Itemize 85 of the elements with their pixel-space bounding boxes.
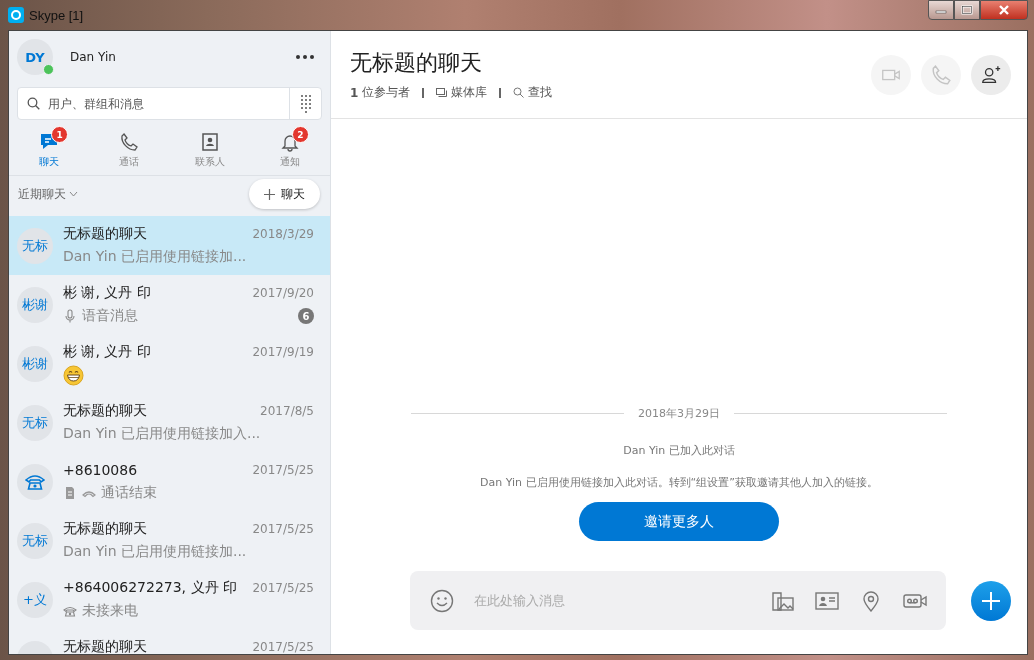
telephone-icon bbox=[63, 604, 77, 618]
chat-list-item[interactable]: 无标 无标题的聊天 2017/5/25 Dan Yin 已启用使用链接加... bbox=[9, 511, 330, 570]
chat-date: 2017/5/25 bbox=[252, 640, 314, 654]
chat-list-item[interactable]: 无标 无标题的聊天 2017/8/5 Dan Yin 已启用使用链接加入... bbox=[9, 393, 330, 452]
message-preview: Dan Yin 已启用使用链接加... bbox=[63, 248, 247, 266]
search-field[interactable]: 用户、群组和消息 bbox=[46, 95, 289, 112]
recent-chats-label[interactable]: 近期聊天 bbox=[18, 185, 66, 203]
message-preview: 通话结束 bbox=[101, 484, 157, 502]
chat-list-item[interactable]: 彬谢 彬 谢, 义丹 印 2017/9/20 语音消息 6 bbox=[9, 275, 330, 334]
chat-title: 无标题的聊天 bbox=[63, 402, 147, 420]
chat-avatar: 彬谢 bbox=[17, 286, 53, 323]
gallery-icon bbox=[436, 87, 448, 98]
chat-list-item[interactable]: +8610086 2017/5/25 通话结束 bbox=[9, 452, 330, 511]
search-icon bbox=[513, 87, 525, 98]
message-preview: Dan Yin 已启用使用链接加入... bbox=[63, 425, 261, 443]
chat-title: 无标题的聊天 bbox=[63, 638, 147, 654]
bell-icon bbox=[279, 132, 300, 152]
search-icon bbox=[27, 97, 40, 110]
chat-date: 2017/9/19 bbox=[252, 345, 314, 359]
date-separator: 2018年3月29日 bbox=[638, 406, 720, 421]
plus-icon bbox=[264, 188, 275, 200]
chat-date: 2017/5/25 bbox=[252, 463, 314, 477]
message-preview: Dan Yin 已启用使用链接加... bbox=[63, 543, 247, 561]
message-preview: 语音消息 bbox=[82, 307, 138, 325]
add-button[interactable] bbox=[971, 580, 1011, 621]
chat-avatar: 无标 bbox=[17, 522, 53, 559]
message-field[interactable]: 在此处输入消息 bbox=[472, 592, 752, 609]
dialpad-icon bbox=[299, 93, 312, 114]
nav-tab[interactable]: 1 聊天 bbox=[14, 129, 85, 171]
chat-title: +8610086 bbox=[63, 462, 138, 478]
chat-date: 2017/8/5 bbox=[260, 404, 314, 418]
chat-date: 2017/9/20 bbox=[252, 286, 314, 300]
chevron-down-icon bbox=[69, 191, 78, 197]
chat-date: 2017/5/25 bbox=[252, 522, 314, 536]
chat-title: 彬 谢, 义丹 印 bbox=[63, 284, 151, 302]
add-person-icon bbox=[980, 63, 1002, 86]
chat-date: 2017/5/25 bbox=[252, 581, 314, 595]
contact-card-icon bbox=[199, 132, 220, 152]
chat-avatar: 无标 bbox=[17, 227, 53, 264]
microphone-icon bbox=[63, 309, 77, 323]
app-logo-icon bbox=[8, 7, 24, 23]
telephone-icon bbox=[25, 472, 45, 491]
nav-tab[interactable]: 2 通知 bbox=[254, 129, 325, 171]
conversation-title: 无标题的聊天 bbox=[350, 49, 483, 77]
profile-avatar[interactable]: DY bbox=[17, 39, 53, 75]
close-icon bbox=[998, 5, 1010, 15]
maximize-icon bbox=[961, 5, 973, 15]
chat-title: 无标题的聊天 bbox=[63, 225, 147, 243]
plus-icon bbox=[981, 590, 1001, 611]
find-link[interactable]: 查找 bbox=[513, 84, 553, 101]
invite-more-button[interactable]: 邀请更多人 bbox=[579, 502, 779, 541]
participants-link[interactable]: 1 位参与者 bbox=[350, 84, 411, 101]
message-preview: 未接来电 bbox=[82, 602, 138, 620]
chat-list-item[interactable]: +义 +864006272273, 义丹 印 2017/5/25 未接来电 bbox=[9, 570, 330, 629]
minimize-button[interactable] bbox=[928, 0, 954, 20]
more-options-icon[interactable] bbox=[295, 54, 315, 60]
chat-avatar: +义 bbox=[17, 581, 53, 618]
search-bar[interactable]: 用户、群组和消息 bbox=[17, 87, 322, 120]
profile-name: Dan Yin bbox=[70, 50, 117, 64]
system-message: Dan Yin 已启用使用链接加入此对话。转到“组设置”获取邀请其他人加入的链接。 bbox=[480, 475, 878, 490]
notification-badge: 2 bbox=[291, 126, 309, 143]
gallery-link[interactable]: 媒体库 bbox=[436, 84, 488, 101]
chat-list-item[interactable]: 无标题的聊天 2017/5/25 bbox=[9, 629, 330, 654]
close-button[interactable] bbox=[980, 0, 1028, 20]
smiley-icon bbox=[430, 588, 454, 613]
chat-title: 无标题的聊天 bbox=[63, 520, 147, 538]
window-title: Skype [1] bbox=[29, 7, 85, 23]
notification-badge: 1 bbox=[51, 126, 69, 143]
system-message: Dan Yin 已加入此对话 bbox=[623, 443, 735, 458]
chat-avatar: 无标 bbox=[17, 404, 53, 441]
message-bar[interactable]: 在此处输入消息 bbox=[410, 571, 946, 630]
grinning-emoji-icon bbox=[63, 364, 84, 386]
chat-title: +864006272273, 义丹 印 bbox=[63, 579, 237, 597]
document-icon bbox=[63, 486, 77, 500]
phone-icon bbox=[930, 63, 952, 86]
chat-avatar: 彬谢 bbox=[17, 345, 53, 382]
new-chat-button[interactable]: 聊天 bbox=[249, 179, 320, 209]
unread-count-badge: 6 bbox=[298, 308, 314, 324]
chat-list-item[interactable]: 彬谢 彬 谢, 义丹 印 2017/9/19 bbox=[9, 334, 330, 393]
phone-icon bbox=[119, 132, 140, 152]
chat-title: 彬 谢, 义丹 印 bbox=[63, 343, 151, 361]
chat-list-item[interactable]: 无标 无标题的聊天 2018/3/29 Dan Yin 已启用使用链接加... bbox=[9, 216, 330, 275]
add-people-button[interactable] bbox=[971, 54, 1011, 95]
chat-date: 2018/3/29 bbox=[252, 227, 314, 241]
maximize-button[interactable] bbox=[954, 0, 980, 20]
